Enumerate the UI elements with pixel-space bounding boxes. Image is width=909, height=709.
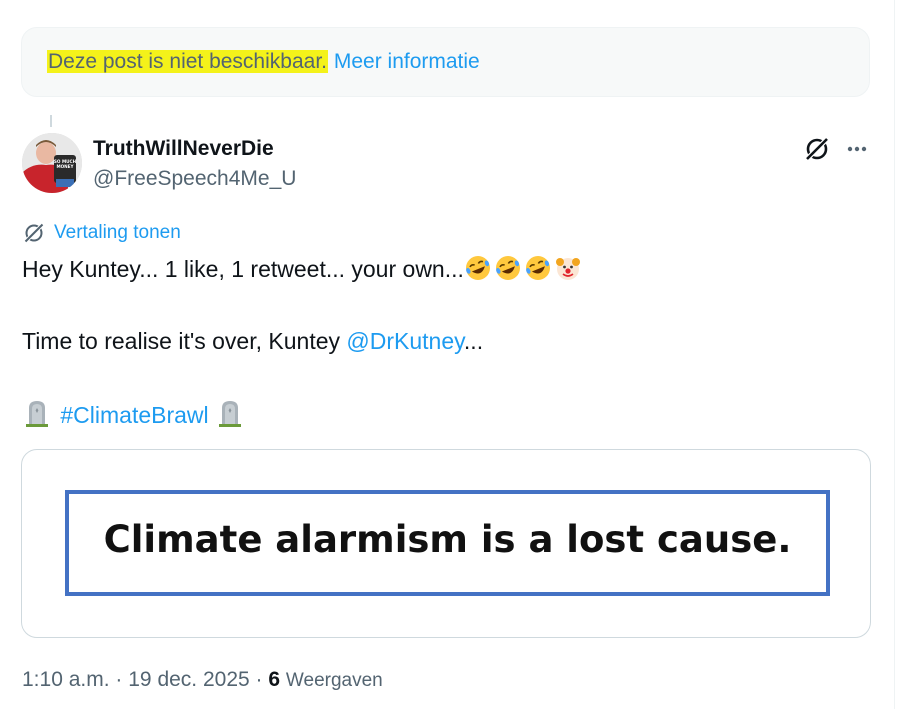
tweet-text: Hey Kuntey... 1 like, 1 retweet... your … — [22, 256, 464, 282]
avatar-image: SO MUCH MONEY — [22, 133, 82, 193]
post-time[interactable]: 1:10 a.m. — [22, 668, 110, 691]
svg-text:MONEY: MONEY — [56, 164, 74, 169]
unavailable-message: Deze post is niet beschikbaar. Meer info… — [47, 48, 480, 76]
headstone-emoji-icon — [215, 398, 245, 435]
views-count: 6 — [268, 668, 281, 691]
laughing-emoji-icon — [464, 254, 492, 289]
post-date[interactable]: 19 dec. 2025 — [128, 668, 249, 691]
timeline-divider — [894, 0, 895, 709]
more-options-button[interactable] — [842, 134, 872, 164]
unavailable-text: Deze post is niet beschikbaar. — [47, 50, 328, 73]
media-image-text: Climate alarmism is a lost cause. — [103, 518, 792, 561]
grok-button[interactable] — [802, 134, 832, 164]
translation-label: Vertaling tonen — [54, 222, 181, 243]
avatar[interactable]: SO MUCH MONEY — [22, 133, 82, 193]
clown-emoji-icon — [554, 254, 582, 289]
tweet-text-line-3: #ClimateBrawl — [22, 398, 247, 435]
tweet-text-suffix: ... — [463, 328, 484, 354]
more-info-link[interactable]: Meer informatie — [334, 50, 480, 73]
meta-separator: · — [115, 668, 123, 691]
media-image-frame: Climate alarmism is a lost cause. — [65, 490, 830, 596]
meta-separator: · — [255, 668, 263, 691]
media-attachment[interactable]: Climate alarmism is a lost cause. — [21, 449, 871, 638]
tweet-text-line-2: Time to realise it's over, Kuntey @DrKut… — [22, 326, 483, 356]
thread-connector — [50, 115, 52, 127]
author-handle[interactable]: @FreeSpeech4Me_U — [93, 166, 296, 192]
unavailable-post-notice: Deze post is niet beschikbaar. Meer info… — [21, 27, 870, 97]
show-translation-button[interactable]: Vertaling tonen — [22, 220, 181, 246]
tweet-text: Time to realise it's over, Kuntey — [22, 328, 347, 354]
more-dots-icon — [847, 146, 867, 152]
grok-icon — [24, 223, 44, 243]
views-label: Weergaven — [285, 670, 383, 691]
headstone-emoji-icon — [22, 398, 52, 435]
laughing-emoji-icon — [524, 254, 552, 289]
post-meta: 1:10 a.m. · 19 dec. 2025 · 6 Weergaven — [22, 666, 383, 695]
grok-icon — [805, 137, 829, 161]
hashtag-link[interactable]: #ClimateBrawl — [60, 402, 208, 428]
tweet-text-line-1: Hey Kuntey... 1 like, 1 retweet... your … — [22, 254, 584, 289]
mention-link[interactable]: @DrKutney — [346, 328, 464, 354]
laughing-emoji-icon — [494, 254, 522, 289]
author-display-name[interactable]: TruthWillNeverDie — [93, 136, 274, 162]
